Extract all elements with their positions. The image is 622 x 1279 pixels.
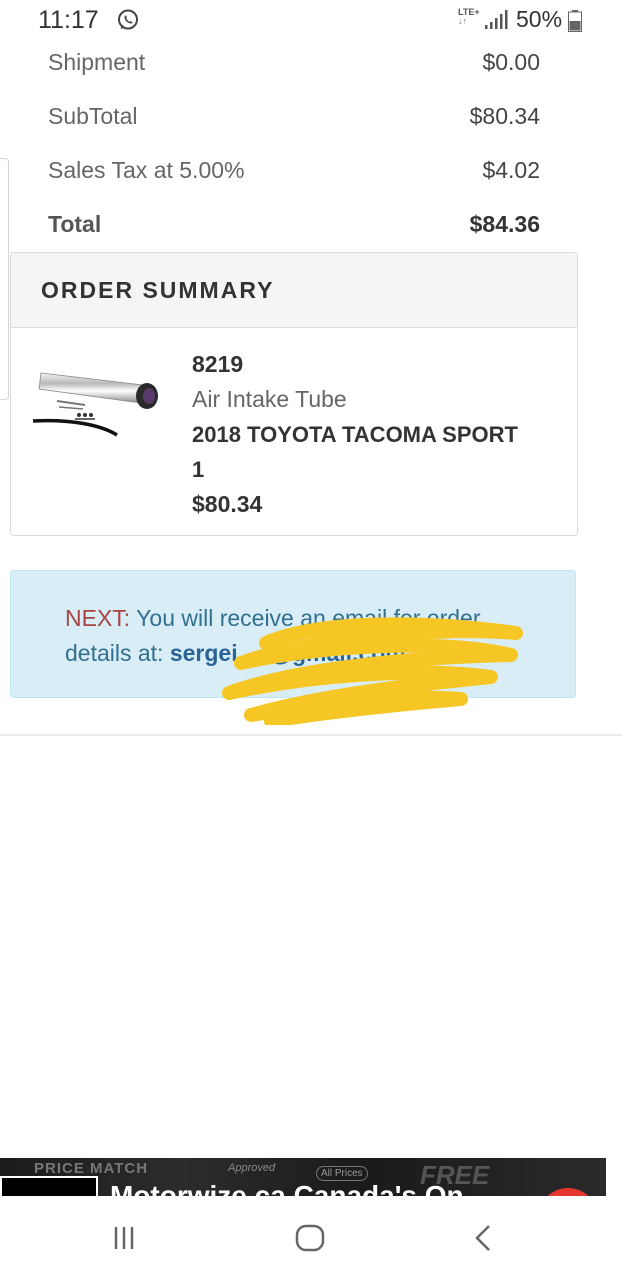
signal-icon [485,10,508,29]
status-time: 11:17 [38,6,99,34]
battery-icon [568,10,582,32]
side-panel-tab[interactable] [0,158,9,400]
order-summary-title: ORDER SUMMARY [11,253,577,328]
next-label: NEXT: [65,605,131,631]
ad-all-prices-text: All Prices [316,1166,368,1181]
shipment-value: $0.00 [482,48,540,75]
total-value: $84.36 [469,210,540,237]
product-sku: 8219 [192,351,244,377]
section-divider [0,734,622,736]
shipment-row: Shipment $0.00 [48,47,540,77]
recent-apps-icon[interactable] [108,1222,140,1254]
product-details: 8219 Air Intake Tube 2018 TOYOTA TACOMA … [192,347,567,522]
subtotal-label: SubTotal [48,102,138,129]
status-bar: 11:17 LTE+ ↓↑ 50% [0,0,622,44]
back-icon[interactable] [468,1222,500,1254]
total-row: Total $84.36 [48,209,540,239]
subtotal-value: $80.34 [469,102,540,129]
ad-logo [0,1176,98,1198]
whatsapp-icon [118,9,138,30]
sales-tax-value: $4.02 [482,156,540,183]
ad-banner[interactable]: PRICE MATCH Approved All Prices FREE Mot… [0,1158,606,1198]
ad-price-match-text: PRICE MATCH [34,1160,149,1177]
navigation-bar [0,1196,622,1279]
sales-tax-row: Sales Tax at 5.00% $4.02 [48,155,540,185]
battery-percent: 50% [516,6,563,32]
network-type: LTE+ ↓↑ [458,7,480,26]
order-summary-panel: ORDER SUMMARY 8219 Air Intake Tube 2018 … [10,252,578,536]
product-name[interactable]: Air Intake Tube [192,382,567,417]
sales-tax-label: Sales Tax at 5.00% [48,156,245,183]
ad-approved-text: Approved [228,1162,276,1174]
shipment-label: Shipment [48,48,146,75]
subtotal-row: SubTotal $80.34 [48,101,540,131]
product-quantity: 1 [192,457,205,482]
product-image[interactable] [31,369,161,441]
next-info-box: NEXT: You will receive an email for orde… [10,570,576,725]
product-vehicle: 2018 TOYOTA TACOMA SPORT [192,422,518,447]
redaction-scribble [222,617,523,725]
total-label: Total [48,210,102,237]
home-icon[interactable] [294,1222,326,1254]
product-price: $80.34 [192,491,263,517]
